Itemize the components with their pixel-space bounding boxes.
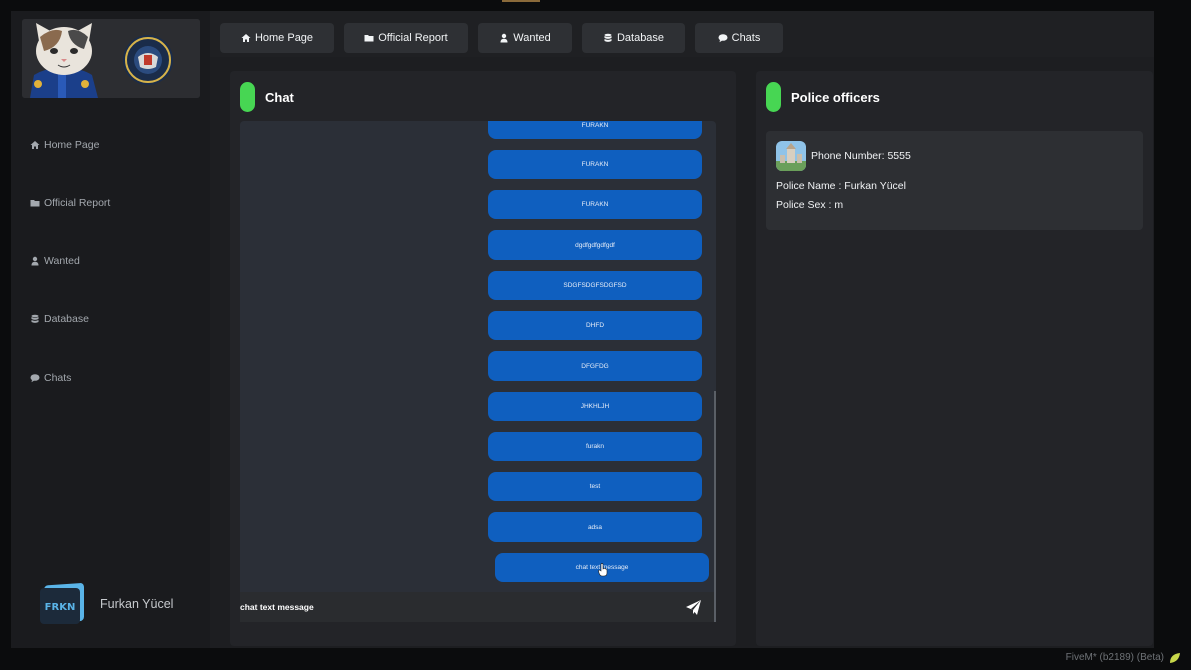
fivem-version-text: FiveM* (b2189) (Beta) bbox=[1065, 652, 1164, 663]
officer-sex: Police Sex : m bbox=[776, 199, 844, 211]
database-icon bbox=[31, 314, 39, 323]
topnav-database-button[interactable]: Database bbox=[582, 23, 685, 53]
chat-message: test bbox=[488, 472, 702, 501]
chat-input[interactable] bbox=[240, 602, 660, 612]
sidebar bbox=[11, 11, 210, 648]
cat-officer-logo bbox=[22, 19, 200, 98]
topnav-label: Home Page bbox=[254, 32, 314, 44]
chat-message: dgdfgdfgdfgdf bbox=[488, 230, 702, 260]
chat-title: Chat bbox=[265, 90, 294, 105]
officer-name-label: Police Name bbox=[776, 180, 836, 192]
officer-sex-label: Police Sex bbox=[776, 199, 826, 211]
chat-messages[interactable]: FURAKN FURAKN FURAKN dgdfgdfgdfgdf SDGFS… bbox=[240, 121, 716, 622]
officer-avatar bbox=[776, 141, 806, 171]
comment-icon bbox=[718, 34, 728, 43]
sidebar-item-label: Wanted bbox=[44, 255, 80, 267]
sidebar-item-chats[interactable]: Chats bbox=[30, 372, 71, 384]
chat-message: SDGFSDGFSDGFSD bbox=[488, 271, 702, 300]
chat-message: DFGFDG bbox=[488, 351, 702, 381]
folder-icon bbox=[30, 200, 40, 207]
chat-message: adsa bbox=[488, 512, 702, 542]
sidebar-item-wanted[interactable]: Wanted bbox=[30, 255, 80, 267]
chat-message: furakn bbox=[488, 432, 702, 461]
sidebar-item-database[interactable]: Database bbox=[30, 313, 89, 325]
comment-icon bbox=[30, 374, 40, 383]
officer-photo-icon bbox=[776, 141, 806, 171]
sidebar-item-home[interactable]: Home Page bbox=[30, 139, 99, 151]
officer-name: Police Name : Furkan Yücel bbox=[776, 180, 906, 192]
topnav-official-report-button[interactable]: Official Report bbox=[344, 23, 468, 53]
chat-status-pill bbox=[240, 82, 255, 112]
send-icon[interactable] bbox=[685, 599, 702, 616]
sidebar-item-label: Chats bbox=[44, 372, 72, 384]
user-profile: FRKN Furkan Yücel bbox=[38, 582, 173, 626]
sidebar-item-official-report[interactable]: Official Report bbox=[30, 197, 110, 209]
topnav-label: Database bbox=[616, 32, 665, 44]
profile-name: Furkan Yücel bbox=[100, 597, 174, 611]
officer-card[interactable]: Phone Number: 5555 Police Name : Furkan … bbox=[766, 131, 1143, 230]
officers-title: Police officers bbox=[791, 90, 880, 105]
logo-banner bbox=[22, 19, 200, 98]
home-icon bbox=[241, 34, 251, 42]
officer-name-value: Furkan Yücel bbox=[844, 180, 906, 192]
brand-logo-text: FRKN bbox=[45, 602, 76, 613]
topnav-label: Chats bbox=[731, 32, 761, 44]
database-icon bbox=[604, 33, 612, 42]
chat-message: DHFD bbox=[488, 311, 702, 340]
topnav-chats-button[interactable]: Chats bbox=[695, 23, 783, 53]
home-icon bbox=[30, 141, 40, 149]
topnav-wanted-button[interactable]: Wanted bbox=[478, 23, 572, 53]
chat-message: FURAKN bbox=[488, 150, 702, 179]
leaf-icon bbox=[1170, 653, 1180, 663]
sidebar-item-label: Official Report bbox=[44, 197, 111, 209]
officer-phone-value: 5555 bbox=[887, 150, 911, 162]
officer-sex-value: m bbox=[834, 199, 844, 211]
folder-icon bbox=[364, 35, 374, 42]
sidebar-item-label: Database bbox=[44, 313, 89, 325]
officer-phone-label: Phone Number bbox=[811, 150, 882, 162]
sidebar-item-label: Home Page bbox=[44, 139, 100, 151]
user-icon bbox=[31, 256, 39, 266]
hand-cursor-icon bbox=[598, 563, 608, 577]
chat-message: FURAKN bbox=[488, 121, 702, 139]
chat-input-row bbox=[240, 592, 714, 622]
topnav-label: Wanted bbox=[513, 32, 551, 44]
user-icon bbox=[500, 33, 508, 43]
topnav-label: Official Report bbox=[378, 32, 448, 44]
chat-scrollbar[interactable] bbox=[714, 391, 716, 622]
officer-phone: Phone Number: 5555 bbox=[811, 150, 911, 162]
brand-avatar-icon: FRKN bbox=[40, 583, 84, 624]
officers-status-pill bbox=[766, 82, 781, 112]
chat-message: JHKHLJH bbox=[488, 392, 702, 421]
topnav-home-button[interactable]: Home Page bbox=[220, 23, 334, 53]
top-strip bbox=[502, 0, 540, 2]
chat-message: FURAKN bbox=[488, 190, 702, 219]
